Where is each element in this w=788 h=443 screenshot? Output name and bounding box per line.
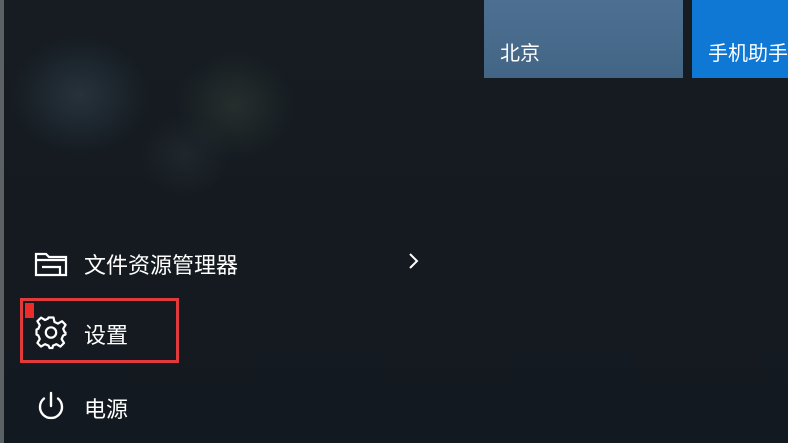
tile-phone-assistant[interactable]: 手机助手	[692, 0, 788, 78]
highlight-box	[20, 298, 179, 363]
start-menu: 北京 手机助手 文件资源管理器 设置 电源	[0, 0, 788, 443]
tile-label: 手机助手	[708, 41, 788, 65]
folder-icon	[33, 245, 69, 281]
tile-beijing[interactable]: 北京	[484, 0, 683, 78]
red-marker	[25, 303, 34, 318]
tile-label: 北京	[500, 41, 540, 65]
menu-item-label: 文件资源管理器	[84, 254, 239, 279]
menu-item-power[interactable]: 电源	[0, 378, 470, 432]
window-edge	[0, 0, 4, 443]
chevron-right-icon[interactable]	[404, 250, 422, 272]
menu-item-label: 电源	[84, 398, 129, 423]
menu-item-file-explorer[interactable]: 文件资源管理器	[0, 234, 470, 288]
power-icon	[33, 389, 69, 425]
